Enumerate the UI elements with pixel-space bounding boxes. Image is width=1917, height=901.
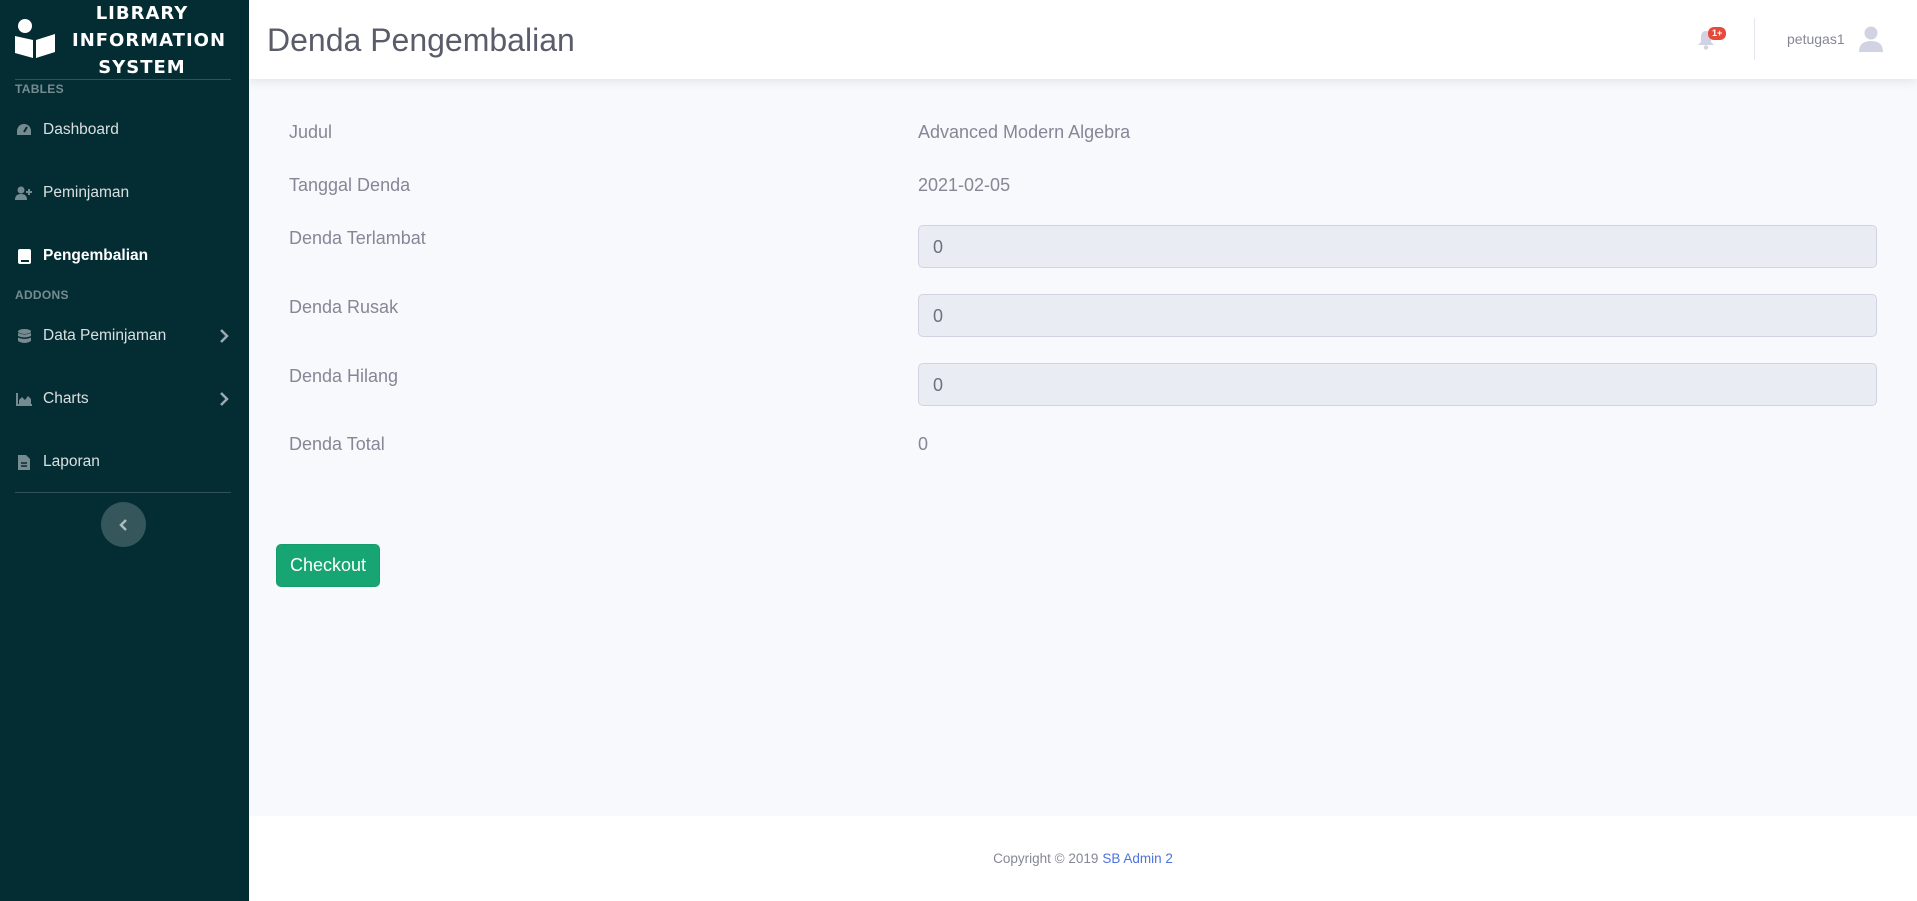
sidebar-item-dashboard[interactable]: Dashboard <box>0 110 249 150</box>
sidebar-heading-addons: ADDONS <box>15 288 69 302</box>
chevron-right-icon <box>220 392 229 406</box>
sidebar-item-label: Data Peminjaman <box>43 327 167 344</box>
sidebar-item-pengembalian[interactable]: Pengembalian <box>0 236 249 276</box>
sidebar-item-label: Peminjaman <box>43 184 130 201</box>
sidebar-item-label: Laporan <box>43 453 100 470</box>
footer-link[interactable]: SB Admin 2 <box>1102 851 1173 866</box>
denda-rusak-label: Denda Rusak <box>289 297 399 317</box>
sidebar-heading-tables: TABLES <box>15 82 64 96</box>
tachometer-icon <box>15 121 33 139</box>
checkout-button[interactable]: Checkout <box>276 544 380 587</box>
sidebar-item-data-peminjaman[interactable]: Data Peminjaman <box>0 316 249 356</box>
brand-title: LIBRARY INFORMATION SYSTEM <box>72 3 227 78</box>
sidebar-divider <box>15 492 231 493</box>
sidebar-item-label: Charts <box>43 390 89 407</box>
sidebar: LIBRARY INFORMATION SYSTEM TABLES Dashbo… <box>0 0 249 901</box>
chart-area-icon <box>15 390 33 408</box>
sidebar-item-label: Dashboard <box>43 121 119 138</box>
denda-total-value: 0 <box>918 434 929 454</box>
footer: Copyright © 2019 SB Admin 2 <box>249 816 1917 901</box>
user-plus-icon <box>15 184 33 202</box>
book-icon <box>15 247 33 265</box>
sidebar-item-laporan[interactable]: Laporan <box>0 442 249 482</box>
denda-rusak-field[interactable]: 0 <box>918 294 1877 337</box>
judul-value: Advanced Modern Algebra <box>918 122 1131 142</box>
denda-terlambat-label: Denda Terlambat <box>289 228 426 248</box>
denda-hilang-label: Denda Hilang <box>289 366 399 386</box>
chevron-right-icon <box>220 329 229 343</box>
brand[interactable]: LIBRARY INFORMATION SYSTEM <box>0 0 249 79</box>
user-avatar-icon[interactable] <box>1859 26 1883 52</box>
topbar-divider <box>1754 18 1755 60</box>
notification-badge: 1+ <box>1708 27 1727 40</box>
sidebar-toggle-button[interactable] <box>101 502 146 547</box>
copyright-text: Copyright © 2019 <box>993 851 1099 866</box>
sidebar-item-peminjaman[interactable]: Peminjaman <box>0 173 249 213</box>
page-title: Denda Pengembalian <box>267 22 575 58</box>
tanggal-denda-value: 2021-02-05 <box>918 175 1011 195</box>
denda-hilang-field[interactable]: 0 <box>918 363 1877 406</box>
chevron-left-icon <box>119 518 127 531</box>
main-content: Judul Advanced Modern Algebra Tanggal De… <box>249 79 1917 816</box>
file-icon <box>15 453 33 471</box>
denda-terlambat-field[interactable]: 0 <box>918 225 1877 268</box>
sidebar-item-charts[interactable]: Charts <box>0 379 249 419</box>
user-name[interactable]: petugas1 <box>1787 31 1845 47</box>
topbar: Denda Pengembalian 1+ petugas1 <box>249 0 1917 79</box>
reader-icon <box>15 19 55 58</box>
denda-total-label: Denda Total <box>289 434 385 454</box>
judul-label: Judul <box>289 122 333 142</box>
tanggal-denda-label: Tanggal Denda <box>289 175 411 195</box>
sidebar-item-label: Pengembalian <box>43 247 149 264</box>
sidebar-divider <box>15 79 231 80</box>
database-icon <box>15 327 33 345</box>
